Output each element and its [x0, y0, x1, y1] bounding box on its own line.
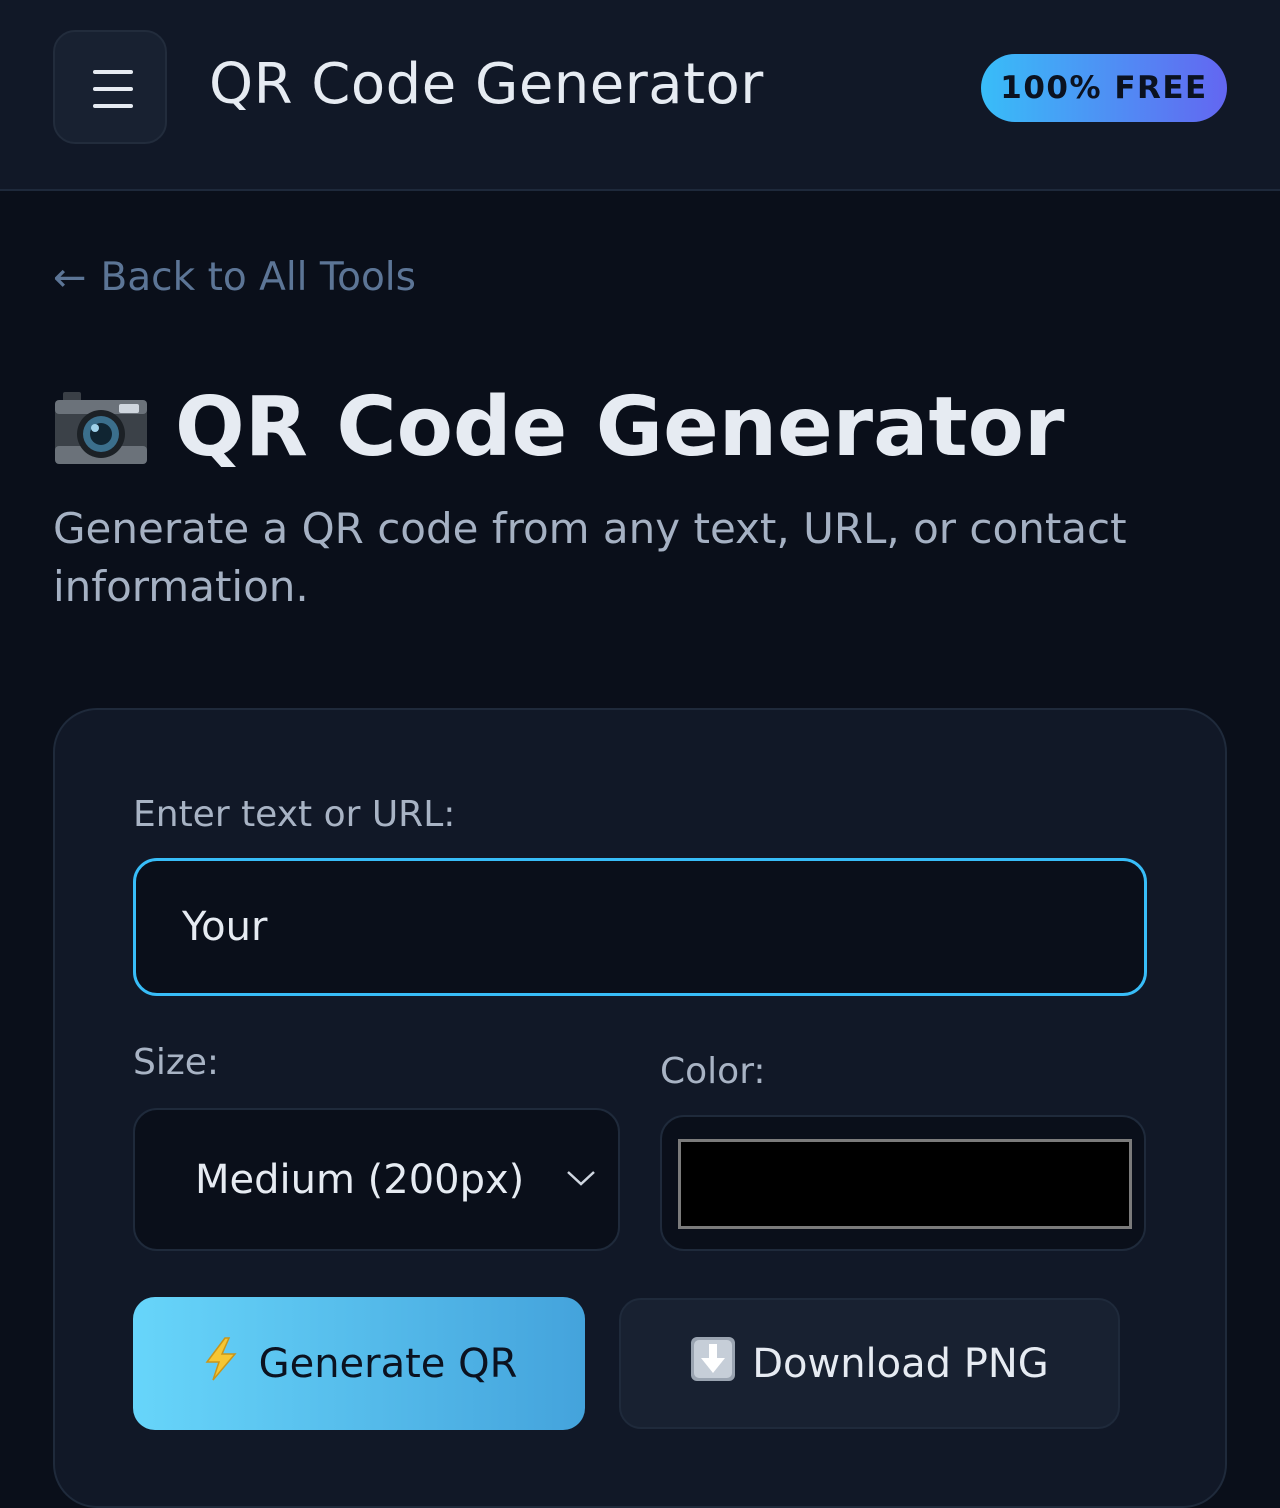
size-label: Size: — [133, 1042, 220, 1083]
back-to-all-tools-link[interactable]: ← Back to All Tools — [53, 255, 416, 300]
generate-qr-button[interactable]: Generate QR — [133, 1297, 585, 1430]
download-png-label: Download PNG — [752, 1340, 1049, 1387]
top-app-bar: QR Code Generator 100% FREE — [0, 0, 1280, 191]
size-select-value: Medium (200px) — [195, 1156, 525, 1203]
download-png-button[interactable]: Download PNG — [619, 1298, 1120, 1429]
color-picker[interactable] — [660, 1115, 1146, 1251]
chevron-down-icon — [566, 1168, 596, 1188]
app-title: QR Code Generator — [209, 52, 764, 117]
page-title-text: QR Code Generator — [175, 380, 1065, 475]
generate-qr-label: Generate QR — [258, 1340, 518, 1387]
page-title: QR Code Generator — [53, 380, 1064, 475]
free-badge: 100% FREE — [981, 54, 1227, 122]
back-arrow-icon: ← — [53, 254, 87, 301]
color-label: Color: — [660, 1051, 766, 1092]
page-subtitle: Generate a QR code from any text, URL, o… — [53, 504, 1127, 611]
text-url-input[interactable] — [133, 858, 1147, 996]
color-swatch — [678, 1139, 1132, 1229]
back-link-label: Back to All Tools — [100, 255, 416, 300]
down-arrow-icon — [690, 1336, 736, 1392]
text-input-label: Enter text or URL: — [133, 794, 456, 835]
camera-icon — [53, 390, 149, 466]
size-select[interactable]: Medium (200px) — [133, 1108, 620, 1251]
lightning-bolt-icon — [201, 1336, 241, 1392]
menu-button[interactable] — [53, 30, 167, 144]
